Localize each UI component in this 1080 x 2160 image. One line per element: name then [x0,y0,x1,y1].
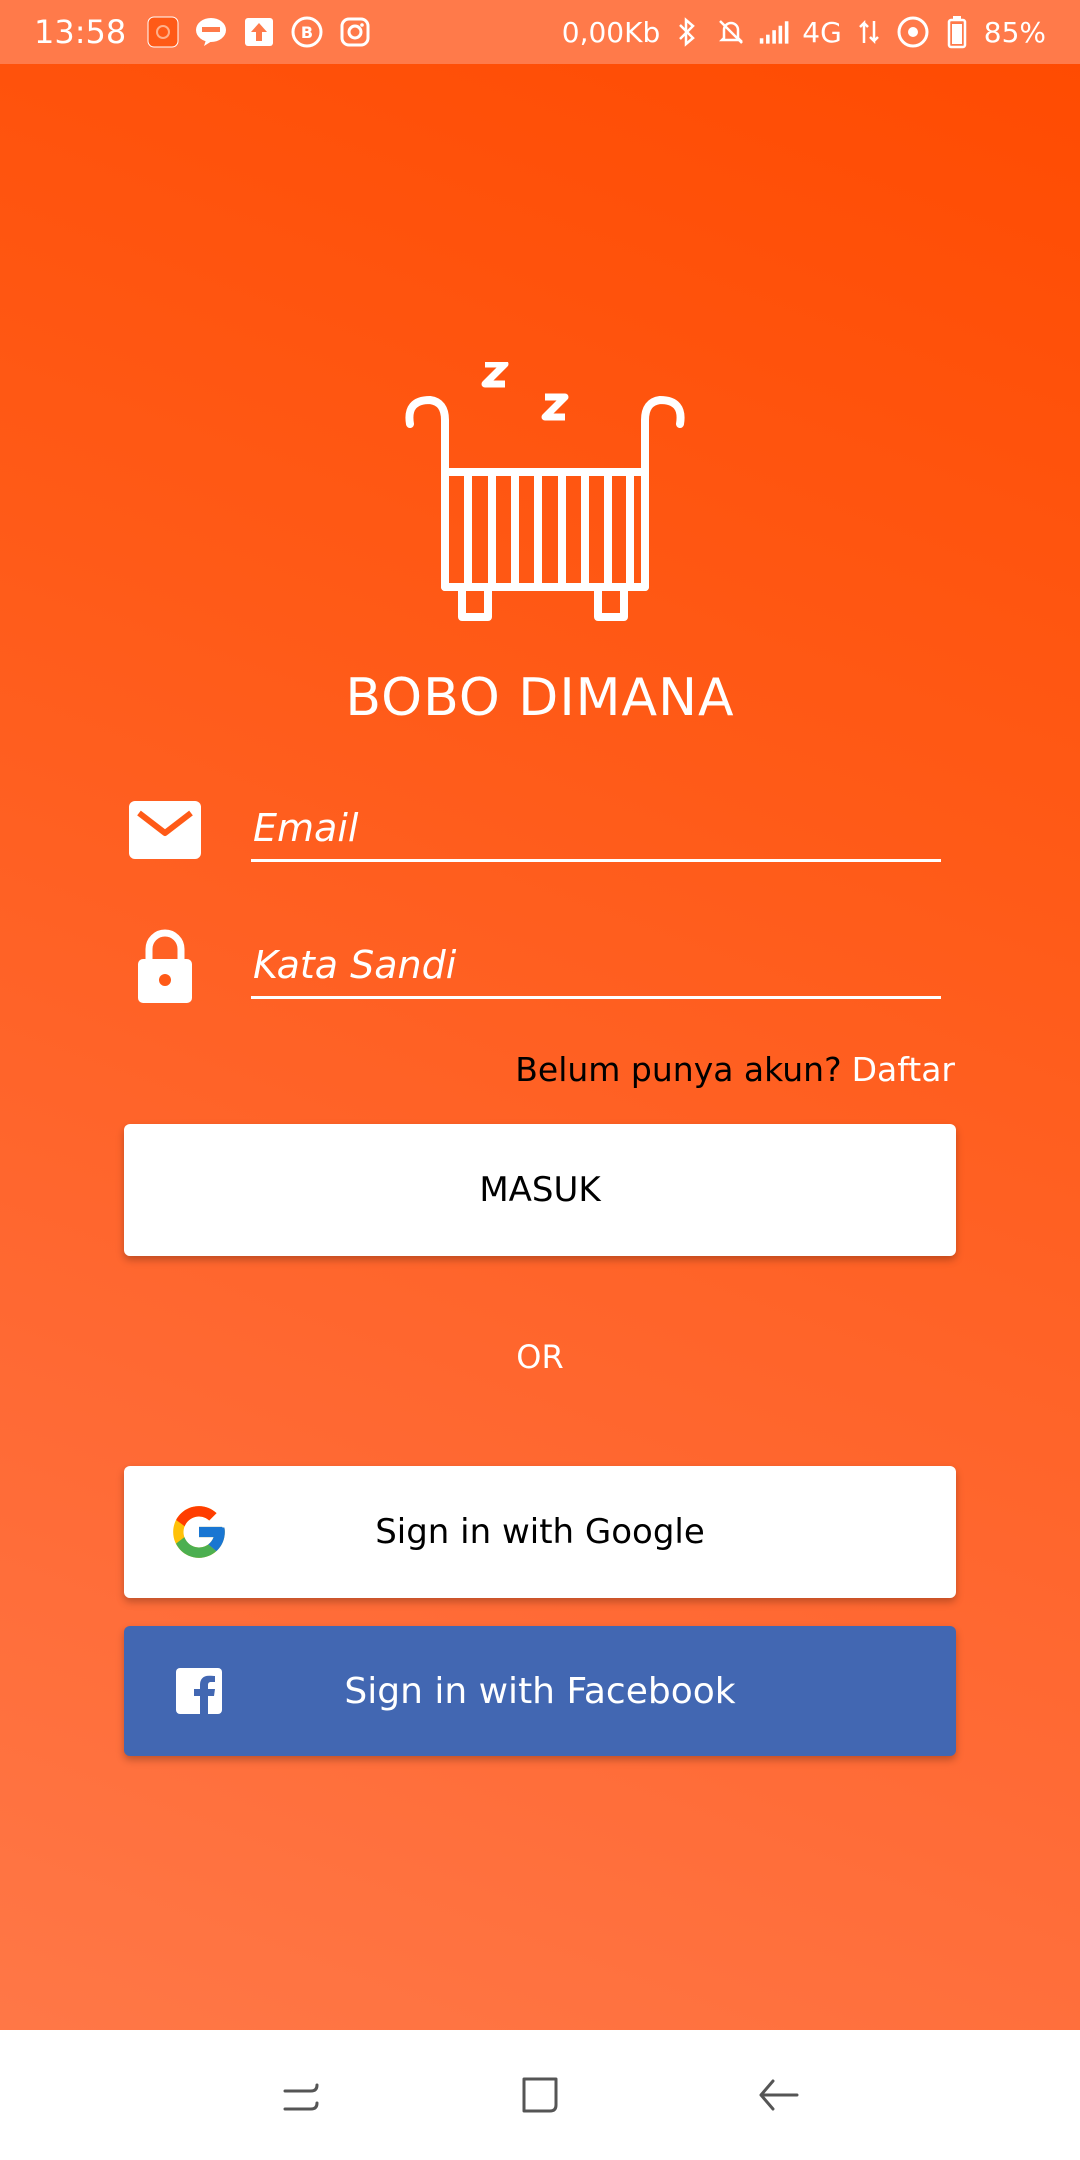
register-line: Belum punya akun? Daftar [515,1050,955,1089]
data-arrows-icon [852,15,886,49]
status-time: 13:58 [34,13,127,51]
login-button[interactable]: MASUK [124,1124,956,1256]
svg-text:B: B [301,23,313,42]
b-icon: B [290,15,324,49]
google-signin-label: Sign in with Google [375,1512,705,1552]
email-row [125,790,945,900]
crib-sleep-icon [400,360,690,637]
instagram-icon [338,15,372,49]
login-screen: 13:58 B 0,00Kb 4G 85% BOBO DIMANA Email … [0,0,1080,2160]
password-row [125,927,945,1037]
facebook-icon [166,1658,232,1724]
home-icon[interactable] [508,2063,572,2127]
facebook-signin-button[interactable]: Sign in with Facebook [124,1626,956,1756]
facebook-signin-label: Sign in with Facebook [344,1670,736,1712]
line-icon [194,15,228,49]
recent-apps-icon[interactable] [269,2063,333,2127]
sync-icon [896,15,930,49]
status-left: 13:58 B [0,13,372,51]
app-title: BOBO DIMANA [345,668,735,728]
battery-level: 85% [983,15,1046,49]
app-notification-icon [146,15,180,49]
status-bar: 13:58 B 0,00Kb 4G 85% [0,0,1080,64]
status-right: 0,00Kb 4G 85% [562,15,1080,49]
network-speed: 0,00Kb [561,15,661,49]
navigation-bar [0,2030,1080,2160]
bluetooth-icon [670,15,704,49]
lock-icon [125,927,205,1007]
upload-icon [242,15,276,49]
google-icon [166,1499,232,1565]
email-field[interactable] [251,796,941,862]
register-link[interactable]: Daftar [852,1050,955,1089]
register-prompt: Belum punya akun? [515,1050,842,1089]
password-field[interactable] [251,933,941,999]
back-icon[interactable] [747,2063,811,2127]
or-divider: OR [516,1338,564,1376]
signal-icon [758,15,792,49]
mute-icon [714,15,748,49]
google-signin-button[interactable]: Sign in with Google [124,1466,956,1598]
mail-icon [125,790,205,870]
network-type: 4G [802,15,842,49]
battery-icon [940,15,974,49]
